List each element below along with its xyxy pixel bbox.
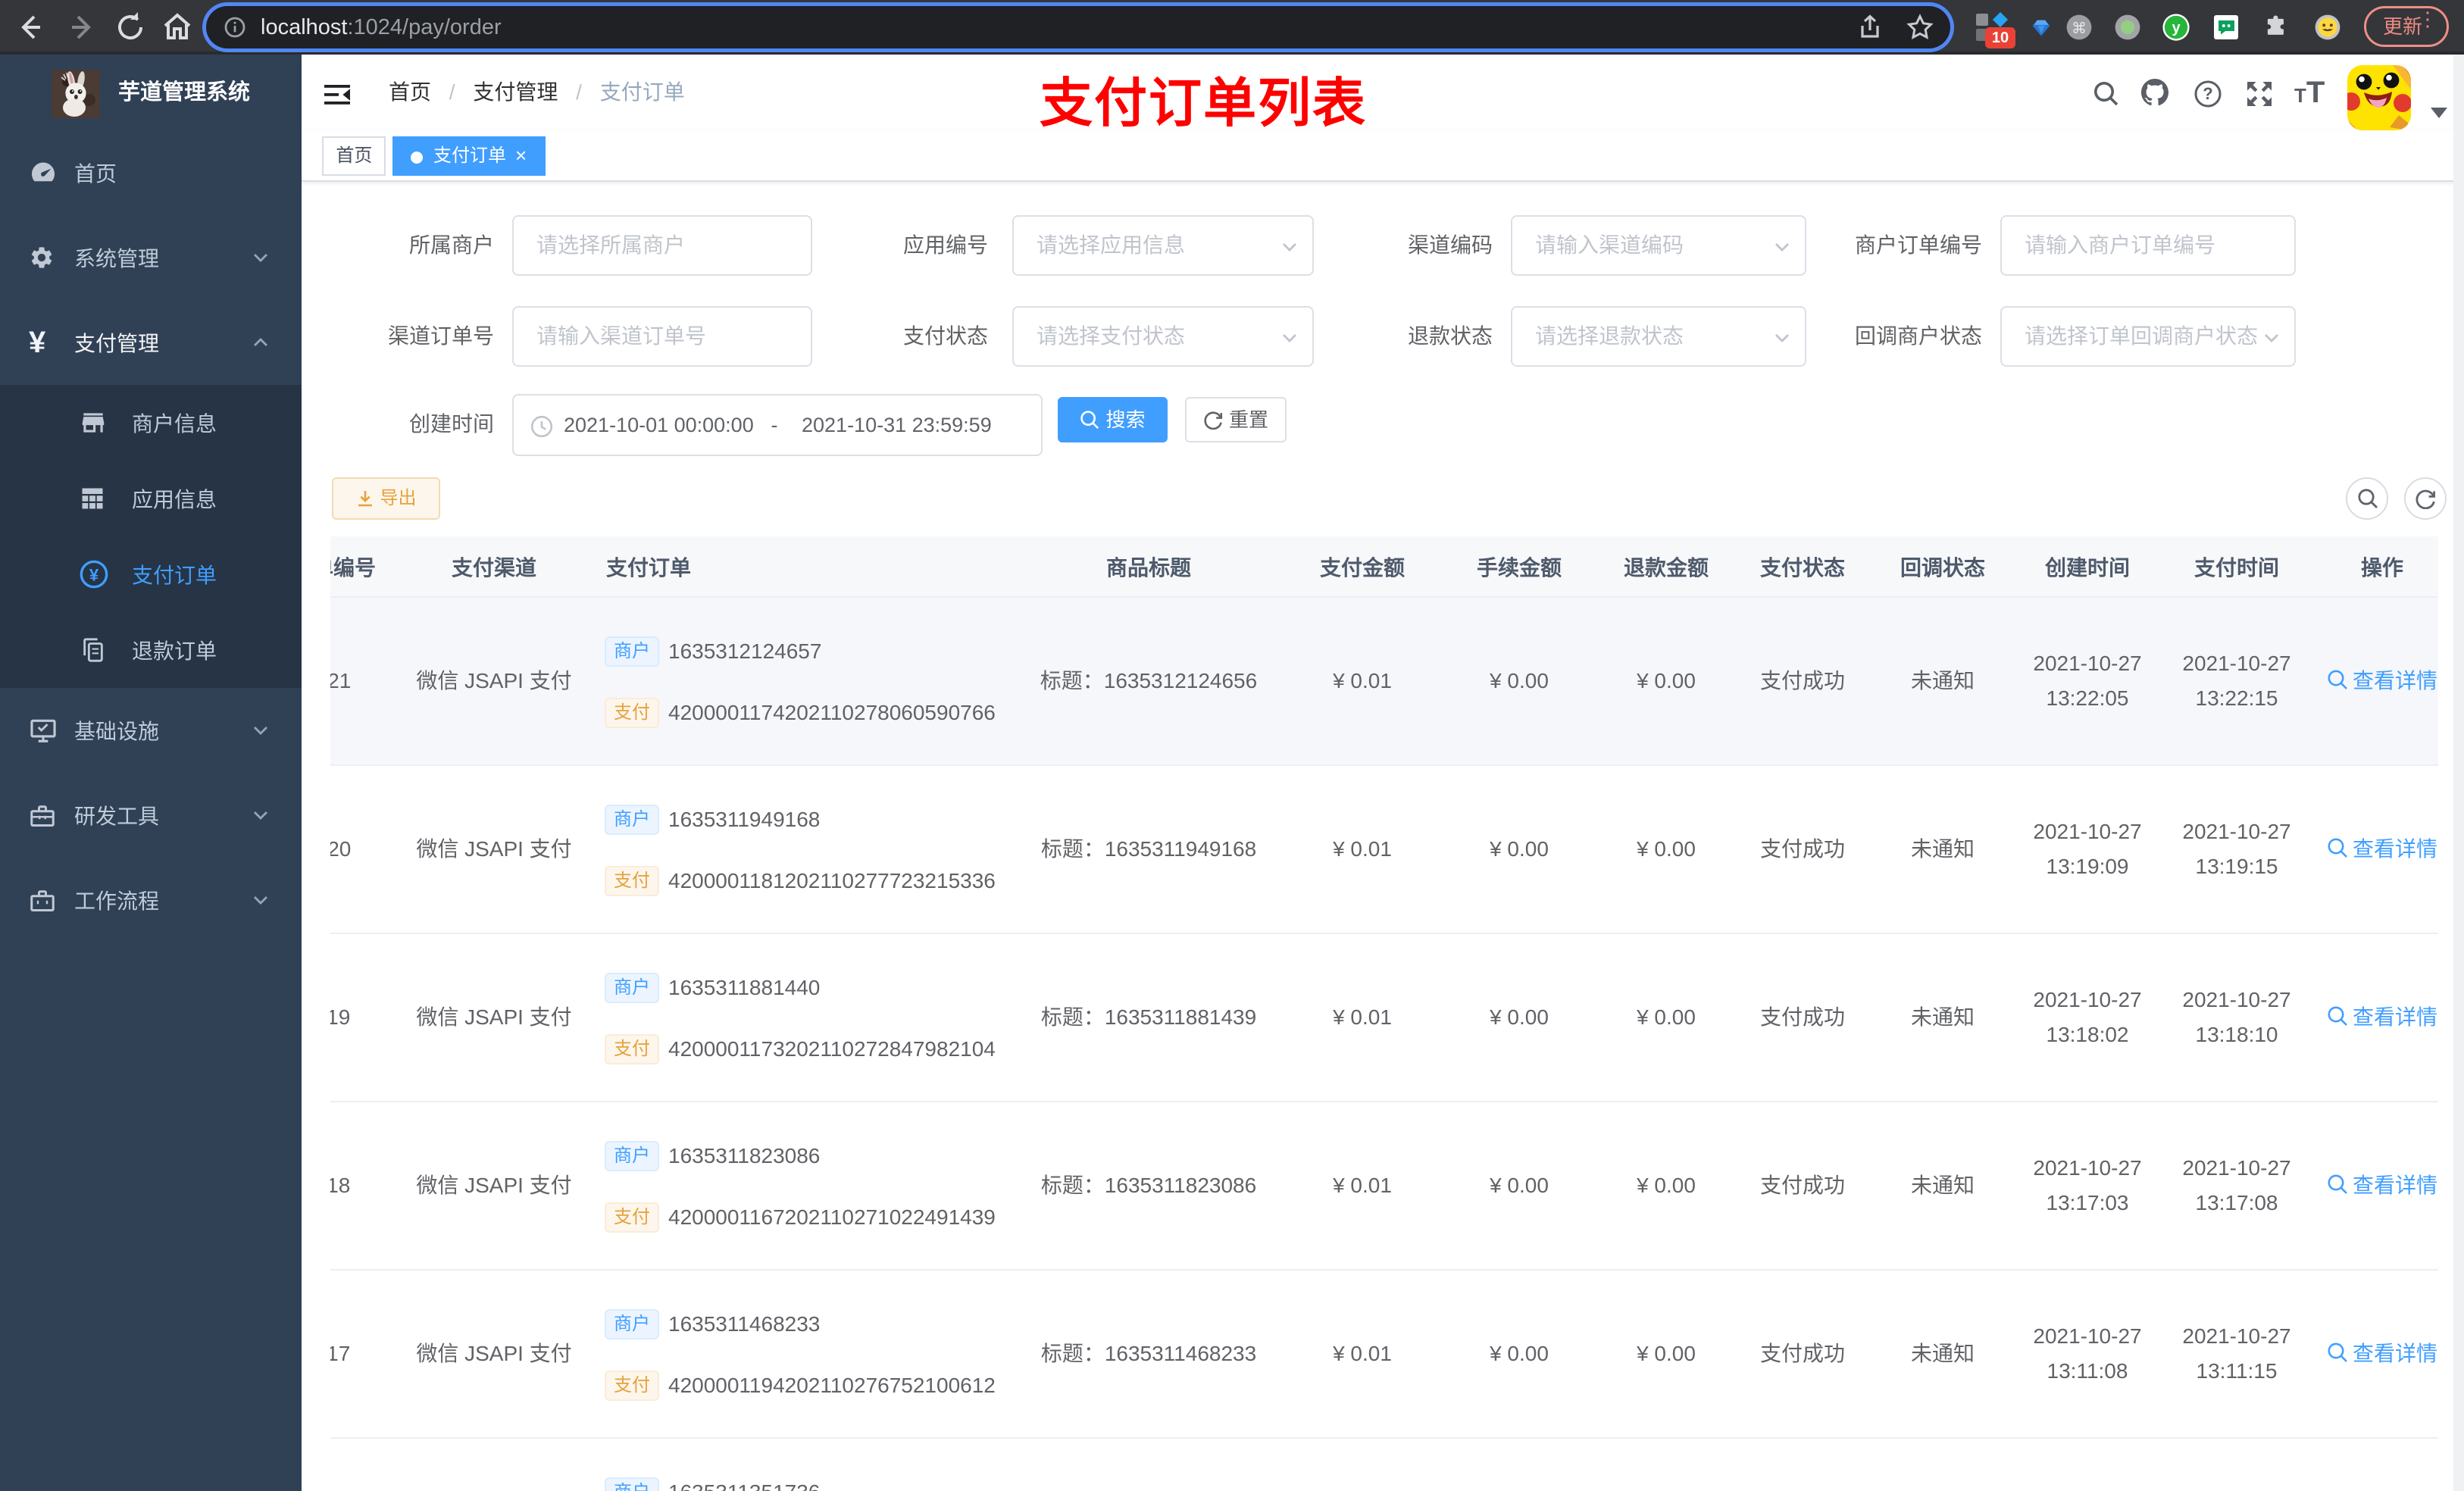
svg-text:⌘: ⌘ xyxy=(2072,20,2087,37)
svg-text:¥: ¥ xyxy=(89,565,99,584)
svg-text:y: y xyxy=(2172,20,2181,36)
svg-text:?: ? xyxy=(2203,84,2212,103)
